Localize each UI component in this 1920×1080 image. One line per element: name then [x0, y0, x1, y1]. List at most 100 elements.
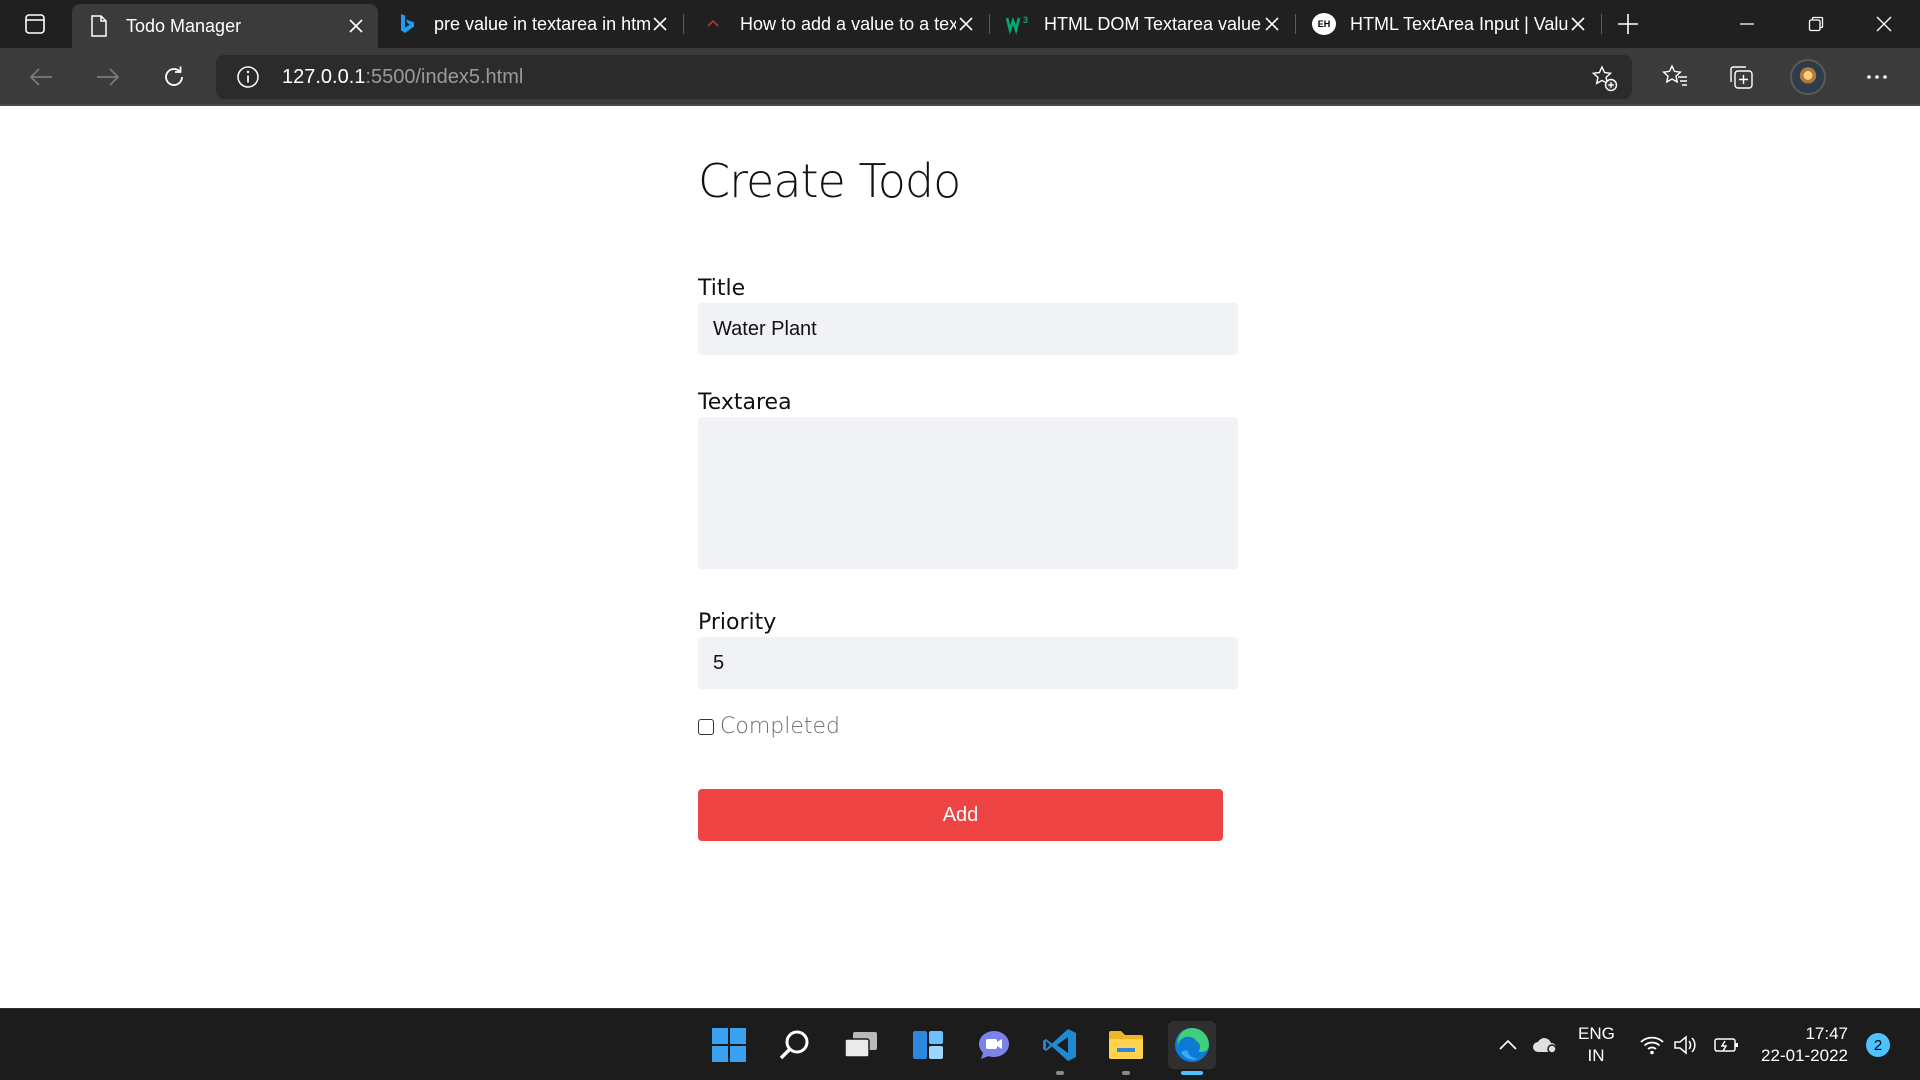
forward-arrow-icon: [97, 68, 120, 86]
add-button[interactable]: Add: [698, 789, 1223, 841]
close-icon[interactable]: [650, 14, 670, 34]
restore-icon: [1808, 16, 1824, 32]
tab-actions-button[interactable]: [20, 10, 50, 38]
favorites-button[interactable]: [1658, 60, 1692, 94]
add-favorite-icon[interactable]: [1590, 64, 1618, 92]
tab-title: Todo Manager: [126, 15, 242, 36]
tab-divider: [989, 14, 990, 34]
region-code: IN: [1587, 1046, 1605, 1065]
active-indicator: [1181, 1071, 1203, 1075]
start-button[interactable]: [705, 1021, 753, 1069]
language-code: ENG: [1578, 1024, 1615, 1043]
priority-input[interactable]: [698, 637, 1238, 689]
back-button[interactable]: [24, 60, 58, 94]
page-title: Create Todo: [698, 154, 961, 208]
page-content: Create Todo Title Textarea Priority Comp…: [0, 108, 1920, 1008]
favorites-icon: [1661, 64, 1687, 86]
completed-checkbox[interactable]: [698, 718, 714, 735]
onedrive-icon[interactable]: [1531, 1031, 1559, 1059]
url-text[interactable]: 127.0.0.1:5500/index5.html: [282, 66, 523, 89]
chat-button[interactable]: [970, 1021, 1018, 1069]
settings-menu-button[interactable]: [1860, 60, 1894, 94]
tab-pre-value[interactable]: pre value in textarea in html: [380, 0, 682, 48]
close-icon[interactable]: [956, 14, 976, 34]
tab-how-to-add[interactable]: How to add a value to a textarea: [686, 0, 988, 48]
chevron-up-icon: [1499, 1039, 1517, 1050]
vscode-icon: [1043, 1029, 1076, 1061]
task-view-button[interactable]: [837, 1021, 885, 1069]
vscode-button[interactable]: [1036, 1021, 1084, 1075]
tab-title: HTML TextArea Input | Value: [1350, 13, 1568, 34]
restore-button[interactable]: [1800, 8, 1832, 40]
tab-title: HTML DOM Textarea value: [1044, 13, 1262, 34]
close-icon[interactable]: [1568, 14, 1588, 34]
clock[interactable]: 17:47 22-01-2022: [1756, 1023, 1848, 1067]
close-icon[interactable]: [1262, 14, 1282, 34]
tab-divider: [1601, 14, 1602, 34]
taskbar: ENG IN 17:47 22-01-2022 2: [0, 1008, 1920, 1080]
refresh-icon: [165, 66, 183, 86]
plus-icon: [1618, 14, 1638, 34]
collections-icon: [1730, 66, 1753, 89]
tab-html-textarea-input[interactable]: EH HTML TextArea Input | Value: [1298, 0, 1600, 48]
minimize-button[interactable]: [1731, 8, 1763, 40]
start-icon: [712, 1028, 746, 1062]
tab-divider: [683, 14, 684, 34]
close-icon[interactable]: [346, 16, 366, 36]
tab-actions-icon: [25, 14, 45, 34]
task-view-icon: [844, 1032, 877, 1058]
bing-icon: [396, 13, 418, 35]
page-icon: [88, 15, 110, 37]
chat-icon: [979, 1031, 1009, 1059]
file-explorer-button[interactable]: [1102, 1021, 1150, 1075]
description-textarea[interactable]: [698, 417, 1238, 569]
completed-label: Completed: [720, 714, 840, 739]
minimize-icon: [1740, 23, 1754, 25]
new-tab-button[interactable]: [1614, 10, 1642, 38]
show-hidden-icons-button[interactable]: [1494, 1031, 1522, 1059]
edge-icon: [1175, 1028, 1209, 1062]
profile-avatar[interactable]: [1790, 59, 1826, 95]
widgets-button[interactable]: [904, 1021, 952, 1069]
widgets-icon: [913, 1031, 943, 1059]
notification-badge[interactable]: 2: [1866, 1033, 1890, 1057]
url-host: 127.0.0.1: [282, 65, 366, 88]
svg-text:3: 3: [1023, 15, 1028, 25]
priority-label: Priority: [698, 610, 777, 635]
close-window-button[interactable]: [1868, 8, 1900, 40]
language-indicator[interactable]: ENG IN: [1578, 1023, 1615, 1067]
volume-icon[interactable]: [1672, 1031, 1700, 1059]
search-button[interactable]: [771, 1021, 819, 1069]
back-arrow-icon: [29, 68, 52, 86]
file-explorer-icon: [1109, 1031, 1143, 1059]
eh-logo-text: EH: [1317, 19, 1331, 29]
address-bar[interactable]: 127.0.0.1:5500/index5.html: [216, 55, 1632, 99]
forward-button[interactable]: [91, 60, 125, 94]
completed-row: Completed: [698, 714, 840, 739]
search-icon: [779, 1030, 809, 1060]
site-icon: [702, 13, 724, 35]
tab-divider: [1295, 14, 1296, 34]
tab-html-dom-textarea[interactable]: 3 HTML DOM Textarea value: [992, 0, 1294, 48]
close-icon: [1876, 16, 1892, 32]
textarea-label: Textarea: [698, 390, 792, 415]
title-label: Title: [698, 276, 746, 301]
tab-title: How to add a value to a textarea: [740, 13, 956, 34]
running-indicator: [1122, 1071, 1130, 1075]
browser-toolbar: 127.0.0.1:5500/index5.html: [0, 48, 1920, 106]
running-indicator: [1056, 1071, 1064, 1075]
wifi-icon[interactable]: [1638, 1031, 1666, 1059]
site-info-icon[interactable]: [235, 64, 261, 90]
refresh-button[interactable]: [157, 60, 191, 94]
edge-button[interactable]: [1168, 1021, 1216, 1075]
title-input[interactable]: [698, 303, 1238, 355]
browser-tab-strip: Todo Manager pre value in textarea in ht…: [0, 0, 1920, 48]
w3schools-icon: 3: [1006, 13, 1032, 35]
battery-icon[interactable]: [1712, 1031, 1740, 1059]
tab-title: pre value in textarea in html: [434, 13, 650, 34]
eh-icon: EH: [1312, 13, 1336, 35]
collections-button[interactable]: [1724, 60, 1758, 94]
clock-date: 22-01-2022: [1761, 1046, 1848, 1065]
tab-todo-manager[interactable]: Todo Manager: [72, 4, 378, 48]
clock-time: 17:47: [1805, 1024, 1848, 1043]
